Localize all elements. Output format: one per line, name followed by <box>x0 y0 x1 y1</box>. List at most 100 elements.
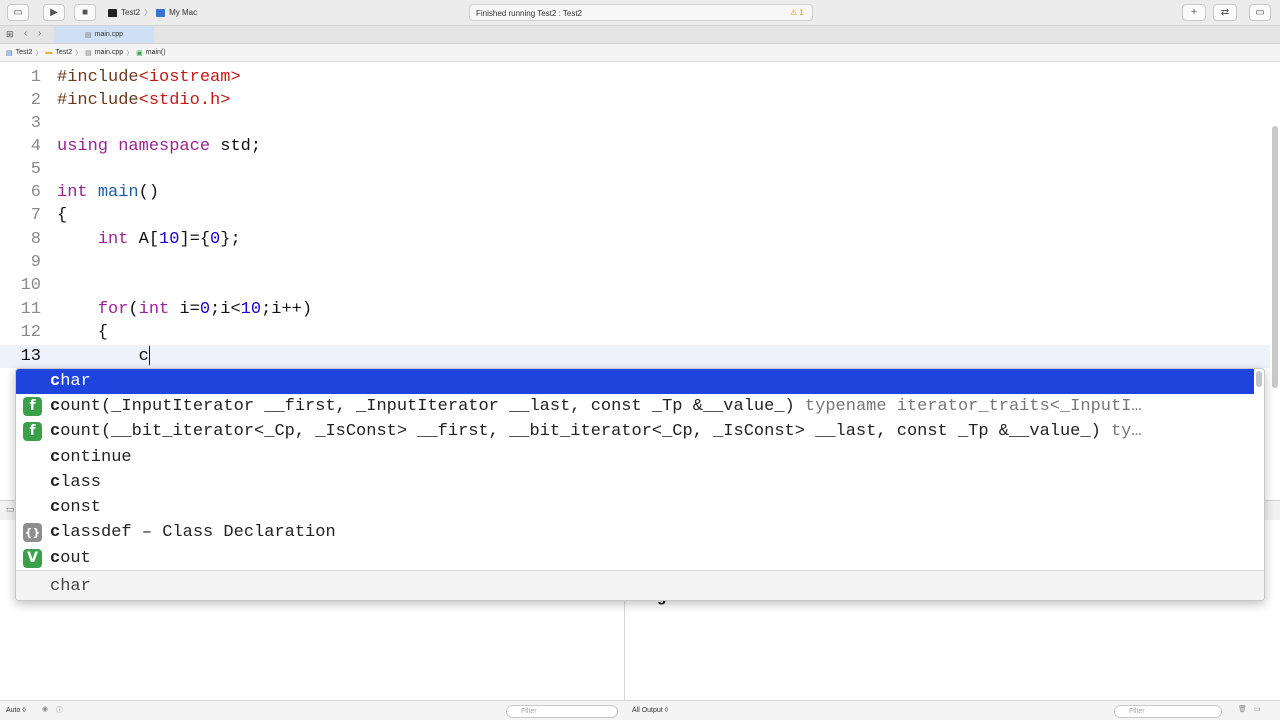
code-token: main <box>97 183 139 202</box>
code-line: 5 <box>0 158 1270 181</box>
line-number: 2 <box>30 91 41 110</box>
completion-item[interactable]: {} classdef – Class Declaration <box>16 520 1254 545</box>
output-selector[interactable]: All Output ◊ <box>632 707 668 714</box>
navigator-toggle-icon[interactable]: ▭ <box>7 4 29 21</box>
completion-item[interactable]: f count(_InputIterator __first, _InputIt… <box>16 394 1254 419</box>
completion-item[interactable]: char <box>16 369 1254 394</box>
code-token: namespace <box>118 137 211 156</box>
play-icon[interactable]: ▶ <box>43 4 65 21</box>
completion-item[interactable]: f count(__bit_iterator<_Cp, _IsConst> __… <box>16 419 1254 444</box>
match-prefix: c <box>50 498 61 517</box>
completion-text: ount(__bit_iterator<_Cp, _IsConst> __fir… <box>60 422 1101 441</box>
code-line: 11 for(int i=0;i<10;i++) <box>0 298 1270 321</box>
code-line: 10 <box>0 274 1270 297</box>
code-line: 9 <box>0 251 1270 274</box>
completion-text: ontinue <box>60 448 132 467</box>
line-number: 4 <box>30 137 41 156</box>
completion-item[interactable]: class <box>16 470 1254 495</box>
warning-badge[interactable]: ⚠ 1 <box>790 8 804 17</box>
line-number: 3 <box>30 114 41 133</box>
code-token: A[ <box>128 230 160 249</box>
inspector-toggle-icon[interactable]: ▭ <box>1249 4 1271 21</box>
tab-main-cpp[interactable]: ▤ main.cpp <box>54 26 154 43</box>
code-line: 12 { <box>0 321 1270 344</box>
grid-icon[interactable]: ⊞ <box>6 29 14 40</box>
match-prefix: c <box>50 397 61 416</box>
code-line: 8 int A[10]={0}; <box>0 228 1270 251</box>
code-token: std; <box>210 137 262 156</box>
match-prefix: c <box>50 549 61 568</box>
completion-text: har <box>60 372 91 391</box>
code-token: () <box>138 183 160 202</box>
code-token: 10 <box>240 300 262 319</box>
text-caret <box>148 346 150 366</box>
hide-debug-icon[interactable]: ▭ <box>6 504 15 515</box>
code-line: 1 #include<iostream> <box>0 66 1270 89</box>
code-token: using <box>57 137 109 156</box>
scheme-icon <box>108 8 117 17</box>
forward-icon[interactable]: › <box>38 28 41 39</box>
code-token: ( <box>128 300 139 319</box>
scheme-name: Test2 <box>121 8 141 17</box>
code-completion-popup: char f count(_InputIterator __first, _In… <box>15 368 1265 601</box>
add-button[interactable]: + <box>1182 4 1206 21</box>
review-toggle-icon[interactable]: ⇄ <box>1213 4 1237 21</box>
line-number: 6 <box>30 183 41 202</box>
folder-icon: ▬ <box>45 49 53 56</box>
project-icon: ▤ <box>6 49 13 57</box>
file-icon: ▤ <box>85 49 92 57</box>
breadcrumb-function[interactable]: main() <box>146 49 166 56</box>
code-line: 4 using namespace std; <box>0 135 1270 158</box>
function-icon: ▣ <box>136 49 143 57</box>
info-icon[interactable]: ⓘ <box>56 705 63 715</box>
line-number: 11 <box>20 300 41 319</box>
trash-icon[interactable]: 🗑 <box>1238 705 1247 713</box>
code-token: { <box>57 323 109 342</box>
code-token: <iostream> <box>138 68 241 87</box>
back-icon[interactable]: ‹ <box>24 28 27 39</box>
editor-scrollbar[interactable] <box>1272 126 1278 388</box>
breadcrumb-file[interactable]: main.cpp <box>95 49 123 56</box>
function-icon: f <box>23 422 42 441</box>
code-token: int <box>97 230 129 249</box>
variables-filter-input[interactable]: Filter <box>506 705 618 718</box>
scheme-selector[interactable]: Test2 〉 My Mac <box>108 4 197 21</box>
code-token: #include <box>57 91 139 110</box>
completion-detail: char <box>16 570 1264 600</box>
stop-icon[interactable]: ■ <box>74 4 96 21</box>
line-number: 10 <box>20 276 41 295</box>
code-token: ]={ <box>179 230 211 249</box>
split-view-icon[interactable]: ▭ <box>1254 705 1261 713</box>
code-token: { <box>57 206 68 225</box>
warning-count: 1 <box>799 8 804 17</box>
window-toolbar: ▭ ▶ ■ Test2 〉 My Mac Finished running Te… <box>0 0 1280 26</box>
snippet-icon: {} <box>23 523 42 542</box>
line-number: 9 <box>30 253 41 272</box>
completion-item[interactable]: const <box>16 495 1254 520</box>
code-token: 0 <box>199 300 211 319</box>
completion-item[interactable]: V cout <box>16 546 1254 571</box>
line-number: 12 <box>20 323 41 342</box>
auto-selector[interactable]: Auto ◊ <box>6 707 26 714</box>
line-number: 7 <box>30 206 41 225</box>
code-token: int <box>138 300 170 319</box>
code-token: int <box>57 183 88 202</box>
file-icon: ▤ <box>84 31 92 39</box>
completion-text: lassdef – Class Declaration <box>60 523 336 542</box>
breadcrumb-project[interactable]: Test2 <box>16 49 33 56</box>
eye-icon[interactable]: ◉ <box>42 705 48 713</box>
code-token: ;i< <box>210 300 241 319</box>
completion-scrollbar[interactable] <box>1256 371 1262 387</box>
completion-type: ty… <box>1100 422 1142 441</box>
code-token: ;i++) <box>261 300 313 319</box>
code-token: 0 <box>210 230 221 249</box>
breadcrumb-folder[interactable]: Test2 <box>55 49 72 56</box>
variable-icon: V <box>23 549 42 568</box>
current-line: 13 c <box>0 345 1270 368</box>
completion-item[interactable]: continue <box>16 445 1254 470</box>
match-prefix: c <box>50 448 61 467</box>
match-prefix: c <box>50 422 61 441</box>
console-filter-input[interactable]: Filter <box>1114 705 1222 718</box>
